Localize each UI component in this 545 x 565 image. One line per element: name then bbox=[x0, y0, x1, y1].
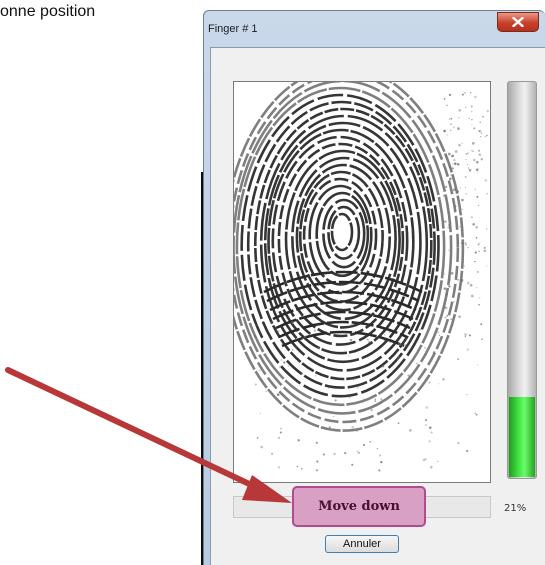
annotation-arrow bbox=[5, 367, 292, 503]
move-down-callout: Move down bbox=[292, 486, 426, 527]
